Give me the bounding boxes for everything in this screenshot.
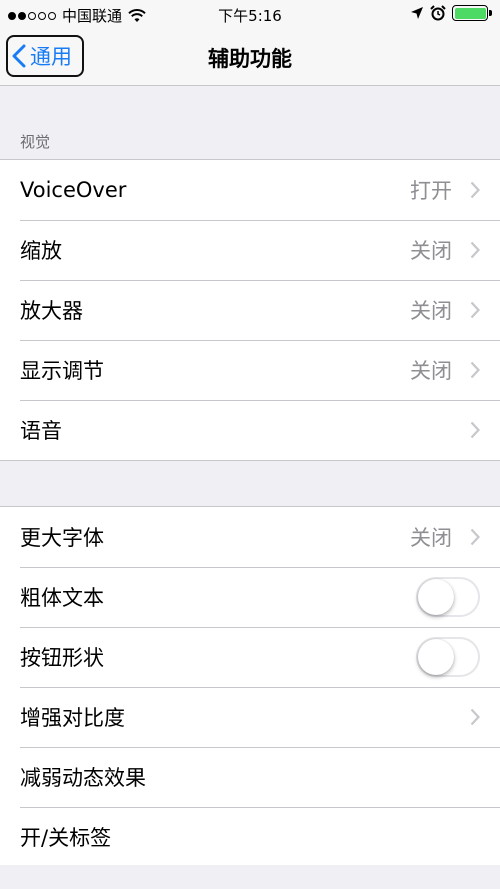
settings-row-speech[interactable]: 语音	[0, 400, 500, 460]
settings-group-text: 更大字体 关闭 粗体文本 按钮形状 增强对比度 减弱动态效果 开/关标签	[0, 506, 500, 868]
row-value: 打开	[410, 179, 452, 203]
settings-row-zoom[interactable]: 缩放 关闭	[0, 220, 500, 280]
settings-row-button-shapes: 按钮形状	[0, 627, 500, 687]
chevron-right-icon	[470, 421, 480, 439]
settings-row-display-accommodations[interactable]: 显示调节 关闭	[0, 340, 500, 400]
button-shapes-toggle[interactable]	[416, 637, 480, 677]
status-right	[410, 5, 492, 21]
row-value: 关闭	[410, 299, 452, 323]
settings-row-reduce-motion[interactable]: 减弱动态效果	[0, 747, 500, 807]
toggle-knob	[418, 639, 454, 675]
settings-row-increase-contrast[interactable]: 增强对比度	[0, 687, 500, 747]
row-label: 减弱动态效果	[20, 766, 146, 790]
section-header-vision: 视觉	[20, 133, 51, 151]
row-label: VoiceOver	[20, 178, 127, 202]
location-icon	[411, 7, 423, 19]
chevron-right-icon	[470, 301, 480, 319]
row-label: 显示调节	[20, 359, 104, 383]
chevron-right-icon	[470, 181, 480, 199]
row-label: 开/关标签	[20, 826, 112, 850]
bottom-background	[0, 865, 500, 889]
row-label: 按钮形状	[20, 646, 104, 670]
settings-row-bold-text: 粗体文本	[0, 567, 500, 627]
battery-icon	[452, 5, 492, 21]
chevron-right-icon	[470, 528, 480, 546]
row-label: 放大器	[20, 299, 83, 323]
status-bar: 中国联通 下午5:16	[0, 0, 500, 30]
page-title: 辅助功能	[208, 47, 292, 71]
chevron-right-icon	[470, 708, 480, 726]
row-value: 关闭	[410, 239, 452, 263]
settings-row-magnifier[interactable]: 放大器 关闭	[0, 280, 500, 340]
row-value: 关闭	[410, 359, 452, 383]
chevron-right-icon	[470, 241, 480, 259]
bold-text-toggle[interactable]	[416, 577, 480, 617]
alarm-icon	[430, 5, 446, 21]
toggle-knob	[418, 579, 454, 615]
row-label: 缩放	[20, 239, 62, 263]
settings-row-larger-text[interactable]: 更大字体 关闭	[0, 507, 500, 567]
settings-group-vision: VoiceOver 打开 缩放 关闭 放大器 关闭 显示调节 关闭 语音	[0, 159, 500, 461]
row-label: 粗体文本	[20, 586, 104, 610]
navigation-bar: 通用 辅助功能	[0, 30, 500, 86]
row-label: 增强对比度	[20, 706, 125, 730]
chevron-right-icon	[470, 361, 480, 379]
settings-row-voiceover[interactable]: VoiceOver 打开	[0, 160, 500, 220]
row-label: 更大字体	[20, 526, 104, 550]
settings-row-on-off-labels[interactable]: 开/关标签	[0, 807, 500, 867]
row-label: 语音	[20, 419, 62, 443]
row-value: 关闭	[410, 526, 452, 550]
